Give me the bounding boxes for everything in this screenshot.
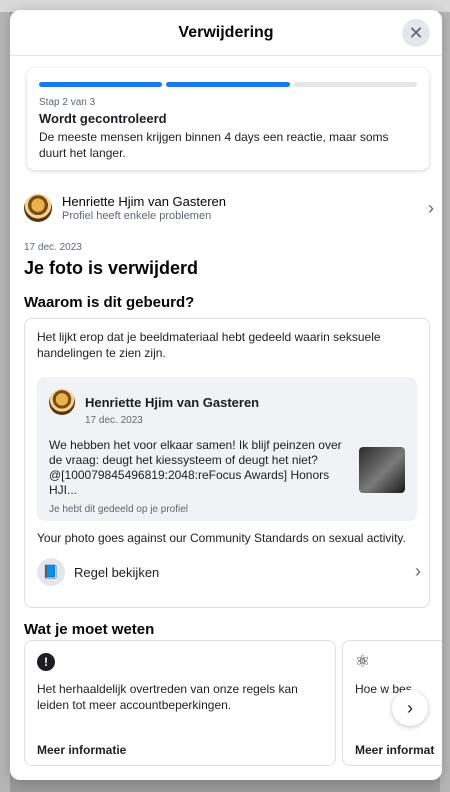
post-author: Henriette Hjim van Gasteren — [85, 394, 260, 410]
avatar — [49, 389, 75, 415]
dialog-title: Verwijdering — [178, 23, 274, 41]
page-title: Je foto is verwijderd — [24, 258, 199, 278]
view-rule-button[interactable]: 📘 Regel bekijken › — [37, 557, 421, 587]
info-cards-carousel: ! Het herhaaldelijk overtreden van onze … — [24, 640, 442, 776]
avatar — [24, 194, 52, 222]
dialog-header: Verwijdering ✕ — [10, 10, 442, 56]
close-button[interactable]: ✕ — [402, 19, 430, 47]
policy-text: Your photo goes against our Community St… — [37, 531, 406, 545]
violation-date: 17 dec. 2023 — [24, 242, 82, 253]
meta-ai-icon: ⚛ — [355, 652, 371, 671]
info-card: ! Het herhaaldelijk overtreden van onze … — [24, 640, 336, 766]
post-shared-note: Je hebt dit gedeeld op je profiel — [49, 504, 188, 515]
view-rule-label: Regel bekijken — [74, 564, 160, 580]
why-explanation: Het lijkt erop dat je beeldmateriaal heb… — [37, 330, 381, 360]
more-info-link[interactable]: Meer informatie — [37, 743, 126, 757]
know-heading: Wat je moet weten — [24, 621, 155, 638]
why-card: Het lijkt erop dat je beeldmateriaal heb… — [24, 318, 430, 608]
account-status: Profiel heeft enkele problemen — [62, 210, 212, 222]
account-name: Henriette Hjim van Gasteren — [62, 194, 227, 209]
progress-bar — [39, 82, 417, 87]
review-progress-card: Stap 2 van 3 Wordt gecontroleerd De mees… — [27, 68, 429, 170]
post-date: 17 dec. 2023 — [85, 415, 143, 426]
removal-dialog: Verwijdering ✕ Stap 2 van 3 Wordt gecont… — [10, 10, 442, 780]
account-row[interactable]: Henriette Hjim van Gasteren Profiel heef… — [24, 190, 434, 226]
step-description: De meeste mensen krijgen binnen 4 days e… — [39, 130, 389, 160]
alert-icon: ! — [37, 653, 55, 671]
post-thumbnail — [359, 447, 405, 493]
more-info-link[interactable]: Meer informat — [355, 743, 434, 757]
step-title: Wordt gecontroleerd — [39, 111, 167, 126]
progress-segment — [166, 82, 290, 87]
progress-segment — [39, 82, 163, 87]
chevron-right-icon: › — [407, 697, 413, 718]
info-card-text: Het herhaaldelijk overtreden van onze re… — [37, 682, 298, 712]
book-icon: 📘 — [37, 558, 65, 586]
background-overlay-left — [0, 12, 10, 792]
chevron-right-icon: › — [415, 561, 421, 581]
progress-segment — [293, 82, 417, 87]
chevron-right-icon: › — [428, 198, 434, 218]
step-indicator: Stap 2 van 3 — [39, 97, 96, 108]
close-icon: ✕ — [408, 23, 424, 43]
post-text: We hebben het voor elkaar samen! Ik blij… — [49, 438, 342, 497]
removed-post-preview: Henriette Hjim van Gasteren 17 dec. 2023… — [37, 377, 417, 521]
why-heading: Waarom is dit gebeurd? — [24, 294, 195, 311]
carousel-next-button[interactable]: › — [392, 690, 428, 726]
